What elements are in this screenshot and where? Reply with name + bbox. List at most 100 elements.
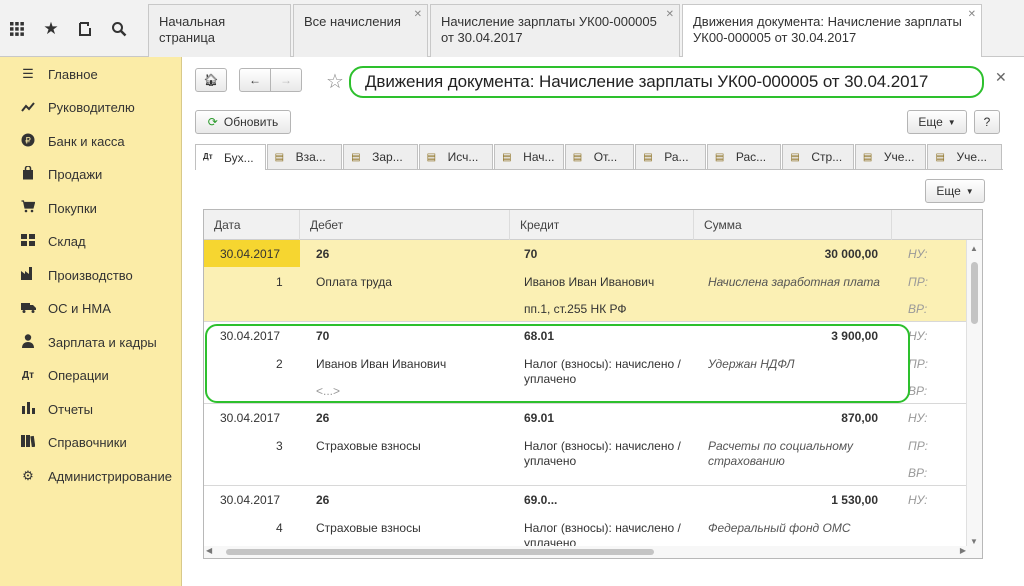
vertical-scrollbar[interactable]: ▲ ▼ [966,240,982,558]
sidebar-item-label: Администрирование [48,468,172,484]
register-icon: ▤ [790,151,800,163]
tab-home[interactable]: Начальная страница [148,4,291,57]
chevron-down-icon: ▼ [947,117,956,127]
tab-all-accruals[interactable]: Все начисления ✕ [293,4,428,57]
sidebar-item-fixed-assets[interactable]: ОС и НМА [0,293,182,323]
menu-icon: ☰ [22,66,34,81]
tab-register[interactable]: ▤ Уче... [927,144,1002,169]
tab-register[interactable]: ▤ Стр... [782,144,854,169]
help-button[interactable]: ? [974,110,1000,134]
row-debit-account: 26 [316,411,330,425]
tab-register[interactable]: ▤ Уче... [854,144,927,169]
sidebar-item-label: Операции [48,367,109,383]
table-more-button[interactable]: Еще ▼ [925,179,985,203]
tab-register[interactable]: ▤ Зар... [343,144,418,169]
history-icon[interactable] [68,0,102,57]
sidebar-item-production[interactable]: Производство [0,260,182,290]
tab-label: Зар... [372,150,403,164]
row-date: 30.04.2017 [220,411,281,425]
sidebar-item-catalogs[interactable]: Справочники [0,427,182,457]
sidebar-item-label: Зарплата и кадры [48,334,157,350]
tab-salary-accrual[interactable]: Начисление зарплаты УК00-000005 от 30.04… [430,4,680,57]
tab-register[interactable]: ▤ Вза... [266,144,343,169]
favorites-star-icon[interactable]: ★ [34,0,68,57]
window-tabs: Начальная страница Все начисления ✕ Начис… [148,4,1024,58]
row-number: 4 [276,521,283,535]
sidebar-item-warehouse[interactable]: Склад [0,226,182,256]
sidebar-item-label: Склад [48,233,86,249]
column-header-sum[interactable]: Сумма [694,210,892,240]
register-icon: ▤ [274,151,285,163]
close-icon[interactable]: ✕ [995,69,1007,86]
scrollbar-thumb[interactable] [226,549,654,555]
close-icon[interactable]: ✕ [414,7,422,23]
refresh-button[interactable]: ⟳ Обновить [195,110,291,134]
scroll-right-icon[interactable]: ▶ [960,546,966,555]
column-header-debit[interactable]: Дебет [300,210,510,240]
home-button[interactable]: 🏠︎ [195,68,227,92]
tab-label: Движения документа: Начисление зарплаты … [693,14,962,45]
toolbar-icons: ★ [0,0,146,57]
scroll-down-icon[interactable]: ▼ [970,537,978,546]
row-nu-label: НУ: [908,493,928,507]
favorite-star-icon[interactable]: ☆ [326,69,344,94]
sidebar-item-label: Банк и касса [48,133,125,149]
scroll-left-icon[interactable]: ◀ [206,546,212,555]
row-content: Расчеты по социальному страхованию [708,439,853,468]
tab-accounting[interactable]: Дт Бух... [195,144,266,170]
tab-register[interactable]: ▤ Нач... [494,144,564,169]
table-row[interactable]: 30.04.2017 1 26 Оплата труда 70 Иванов И… [204,240,968,322]
arrow-right-icon: → [280,73,292,87]
warehouse-icon [20,233,36,249]
dt-kt-icon: Дт [203,152,213,161]
back-button[interactable]: ← [239,68,271,92]
sidebar-item-purchases[interactable]: Покупки [0,193,182,223]
sidebar-item-bank[interactable]: ₽ Банк и касса [0,126,182,156]
forward-button[interactable]: → [270,68,302,92]
arrow-left-icon: ← [249,73,261,87]
row-nu-label: НУ: [908,247,928,261]
sidebar-item-hr[interactable]: Зарплата и кадры [0,327,182,357]
scroll-up-icon[interactable]: ▲ [970,244,978,253]
help-label: ? [983,115,991,129]
table-row[interactable]: 30.04.2017 3 26 Страховые взносы 69.01 Н… [204,404,968,486]
search-icon[interactable] [102,0,136,57]
sidebar-item-label: Производство [48,267,133,283]
person-icon [20,333,36,351]
more-button[interactable]: Еще ▼ [907,110,967,134]
sidebar-item-operations[interactable]: Дт Операции [0,360,182,390]
sidebar-item-sales[interactable]: Продажи [0,159,182,189]
document-tabs: Дт Бух... ▤ Вза... ▤ Зар... ▤ Исч... ▤ Нач...… [195,144,1003,170]
row-number: 3 [276,439,283,453]
top-bar: ★ Начальная страница Все начисления ✕ Нач… [0,0,1024,58]
register-icon: ▤ [351,151,361,163]
tab-document-movements[interactable]: Движения документа: Начисление зарплаты … [682,4,982,58]
sidebar-item-admin[interactable]: ⚙ Администрирование [0,461,182,491]
sidebar-item-manager[interactable]: Руководителю [0,92,182,122]
gear-icon: ⚙ [22,468,34,483]
sidebar-item-label: Главное [48,66,98,82]
row-pr-label: ПР: [908,275,928,289]
refresh-label: Обновить [223,115,279,129]
bar-chart-icon [20,401,36,417]
page-title: Движения документа: Начисление зарплаты … [365,72,929,91]
apps-grid-icon[interactable] [0,0,34,57]
tab-register[interactable]: ▤ Исч... [418,144,494,169]
tab-register[interactable]: ▤ Ра... [635,144,706,169]
sidebar-item-reports[interactable]: Отчеты [0,394,182,424]
row-credit-subconto: Иванов Иван Иванович [524,275,655,289]
sidebar-item-main[interactable]: ☰ Главное [0,59,182,89]
close-icon[interactable]: ✕ [666,7,674,23]
row-vr-label: ВР: [908,384,928,398]
factory-icon [20,267,36,283]
scrollbar-thumb[interactable] [971,262,978,324]
column-header-date[interactable]: Дата [204,210,300,240]
horizontal-scrollbar[interactable]: ◀ ▶ [204,546,968,558]
column-header-credit[interactable]: Кредит [510,210,694,240]
sidebar-item-label: Руководителю [48,99,135,115]
close-icon[interactable]: ✕ [968,7,976,23]
tab-label: Исч... [447,150,479,164]
tab-register[interactable]: ▤ Рас... [706,144,782,169]
tab-register[interactable]: ▤ От... [564,144,635,169]
sidebar-item-label: Справочники [48,434,127,450]
